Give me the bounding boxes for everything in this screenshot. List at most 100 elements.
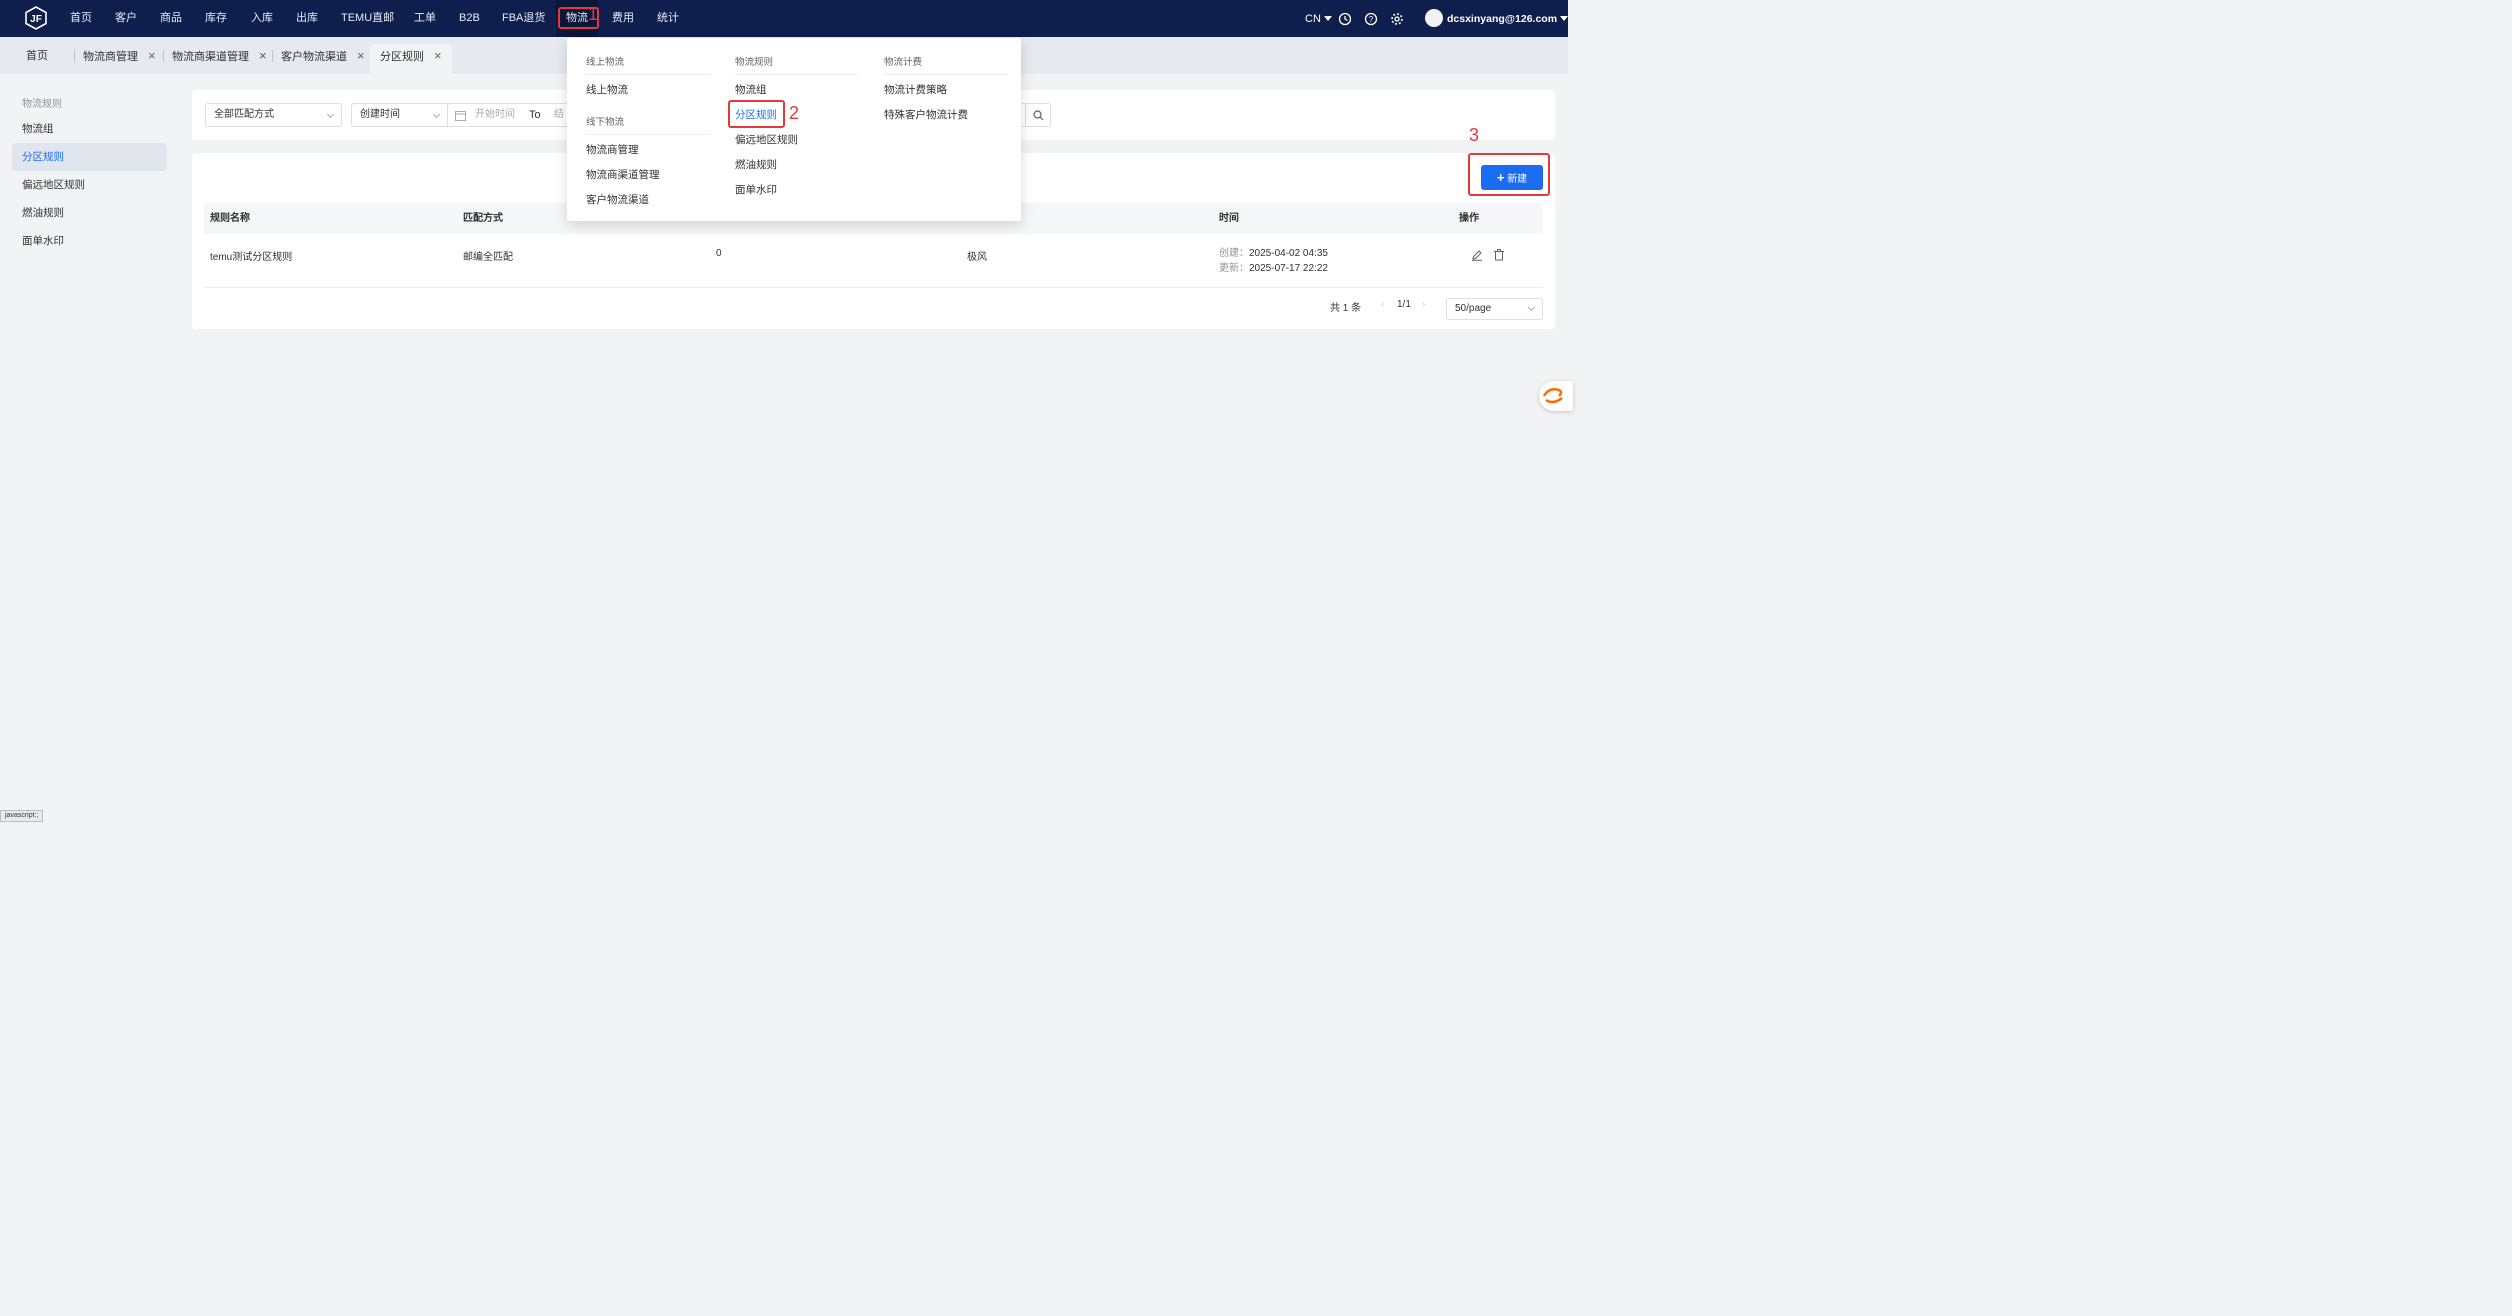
sidebar-item-fuel-rules[interactable]: 燃油规则: [12, 199, 167, 227]
menu-head-offline: 线下物流: [586, 114, 710, 135]
nav-statistics[interactable]: 统计: [657, 0, 679, 37]
page-size-value: 50/page: [1455, 303, 1492, 314]
chevron-down-icon: [432, 110, 441, 119]
tab-label: 分区规则: [380, 51, 424, 63]
tab-provider-channel[interactable]: 物流商渠道管理 ×: [172, 44, 267, 74]
language-switch[interactable]: CN: [1305, 0, 1332, 37]
cell-provider: 极风: [967, 252, 987, 263]
menu-item-customer-channel[interactable]: 客户物流渠道: [586, 192, 649, 207]
nav-outbound[interactable]: 出库: [296, 0, 318, 37]
tab-label: 物流商渠道管理: [172, 51, 249, 63]
sidebar-item-label-watermark[interactable]: 面单水印: [12, 227, 167, 255]
tab-logistics-provider[interactable]: 物流商管理 ×: [83, 44, 156, 74]
nav-home[interactable]: 首页: [70, 0, 92, 37]
sidebar: 物流规则 物流组 分区规则 偏远地区规则 燃油规则 面单水印: [0, 74, 180, 822]
sidebar-title: 物流规则: [22, 99, 62, 110]
step-number-2: 2: [789, 103, 800, 123]
app-logo-icon[interactable]: JF: [24, 6, 48, 30]
nav-fees[interactable]: 费用: [612, 0, 634, 37]
end-date-input[interactable]: 结: [554, 104, 564, 126]
sidebar-item-remote-area[interactable]: 偏远地区规则: [12, 171, 167, 199]
nav-b2b[interactable]: B2B: [459, 0, 480, 37]
close-icon[interactable]: ×: [434, 48, 442, 63]
menu-item-special-billing[interactable]: 特殊客户物流计费: [884, 107, 968, 122]
close-icon[interactable]: ×: [357, 48, 365, 63]
tab-divider: [272, 50, 273, 62]
calendar-icon: [455, 111, 466, 121]
tab-divider: [163, 50, 164, 62]
search-button[interactable]: [1025, 103, 1051, 127]
sidebar-item-logistics-group[interactable]: 物流组: [12, 115, 167, 143]
chevron-down-icon: [326, 110, 335, 119]
updated-value: 2025-07-17 22:22: [1249, 263, 1328, 274]
menu-head-rules: 物流规则: [735, 54, 859, 75]
match-type-select[interactable]: 全部匹配方式: [205, 103, 342, 127]
menu-item-billing-strategy[interactable]: 物流计费策略: [884, 82, 947, 97]
caret-down-icon: [1323, 16, 1332, 21]
nav-temu-direct[interactable]: TEMU直邮: [341, 0, 394, 37]
delete-icon[interactable]: [1493, 249, 1505, 261]
close-icon[interactable]: ×: [148, 48, 156, 63]
cell-count: 0: [716, 248, 722, 259]
header-rule-name: 规则名称: [210, 213, 250, 224]
menu-item-fuel-rules[interactable]: 燃油规则: [735, 157, 777, 172]
language-label: CN: [1305, 12, 1321, 25]
prev-page-button[interactable]: ‹: [1381, 299, 1384, 310]
tab-home[interactable]: 首页: [26, 44, 48, 74]
cell-match-type: 邮编全匹配: [463, 252, 513, 263]
nav-product[interactable]: 商品: [160, 0, 182, 37]
tab-label: 首页: [26, 50, 48, 62]
menu-item-provider-channel[interactable]: 物流商渠道管理: [586, 167, 660, 182]
help-icon[interactable]: ?: [1364, 12, 1378, 26]
match-type-value: 全部匹配方式: [214, 109, 274, 120]
table-row: temu测试分区规则 邮编全匹配 0 极风 创建：2025-04-02 04:3…: [204, 234, 1543, 288]
next-page-button[interactable]: ›: [1422, 299, 1425, 310]
browser-status-bar: javascript:;: [0, 810, 44, 822]
user-email: dcsxinyang@126.com: [1447, 12, 1558, 25]
tab-label: 物流商管理: [83, 51, 138, 63]
menu-head-online: 线上物流: [586, 54, 710, 75]
avatar[interactable]: [1425, 9, 1443, 27]
user-menu[interactable]: dcsxinyang@126.com: [1447, 0, 1569, 37]
time-type-value: 创建时间: [360, 109, 400, 120]
header-match-type: 匹配方式: [463, 213, 503, 224]
svg-text:JF: JF: [30, 14, 42, 25]
alibaba-1688-icon[interactable]: [1539, 381, 1573, 411]
top-navbar: JF 首页 客户 商品 库存 入库 出库 TEMU直邮 工单 B2B FBA退货…: [0, 0, 1569, 37]
svg-text:?: ?: [1369, 15, 1374, 24]
menu-item-online-logistics[interactable]: 线上物流: [586, 82, 628, 97]
header-actions: 操作: [1459, 213, 1479, 224]
tab-label: 客户物流渠道: [281, 51, 347, 63]
menu-item-logistics-group[interactable]: 物流组: [735, 82, 767, 97]
page-size-select[interactable]: 50/page: [1446, 298, 1543, 320]
close-icon[interactable]: ×: [259, 48, 267, 63]
search-icon: [1033, 110, 1044, 121]
nav-customer[interactable]: 客户: [115, 0, 137, 37]
nav-inventory[interactable]: 库存: [205, 0, 227, 37]
edit-icon[interactable]: [1471, 249, 1483, 261]
header-time: 时间: [1219, 213, 1239, 224]
menu-item-provider-mgmt[interactable]: 物流商管理: [586, 142, 639, 157]
pagination-current: 1/1: [1397, 299, 1411, 310]
nav-inbound[interactable]: 入库: [251, 0, 273, 37]
date-separator: To: [529, 109, 541, 121]
menu-item-remote-area[interactable]: 偏远地区规则: [735, 132, 798, 147]
nav-workorder[interactable]: 工单: [414, 0, 436, 37]
clock-icon[interactable]: [1338, 12, 1352, 26]
updated-time: 更新：2025-07-17 22:22: [1219, 261, 1328, 276]
cell-rule-name: temu测试分区规则: [210, 252, 293, 263]
gear-icon[interactable]: [1390, 12, 1404, 26]
tab-customer-channel[interactable]: 客户物流渠道 ×: [281, 44, 365, 74]
sidebar-item-zone-rules[interactable]: 分区规则: [12, 143, 167, 171]
cell-time: 创建：2025-04-02 04:35 更新：2025-07-17 22:22: [1219, 246, 1328, 276]
time-type-select[interactable]: 创建时间: [351, 103, 448, 127]
tab-zone-rules[interactable]: 分区规则 ×: [370, 44, 452, 74]
created-label: 创建：: [1219, 248, 1249, 259]
caret-down-icon: [1560, 16, 1569, 21]
alibaba-1688-glyph: [1542, 388, 1563, 404]
tab-divider: [74, 50, 75, 62]
menu-item-label-watermark[interactable]: 面单水印: [735, 182, 777, 197]
start-date-input[interactable]: 开始时间: [475, 104, 515, 126]
nav-fba-return[interactable]: FBA退货: [502, 0, 545, 37]
logistics-dropdown-menu: 线上物流 线上物流 线下物流 物流商管理 物流商渠道管理 客户物流渠道 物流规则…: [567, 38, 1021, 221]
